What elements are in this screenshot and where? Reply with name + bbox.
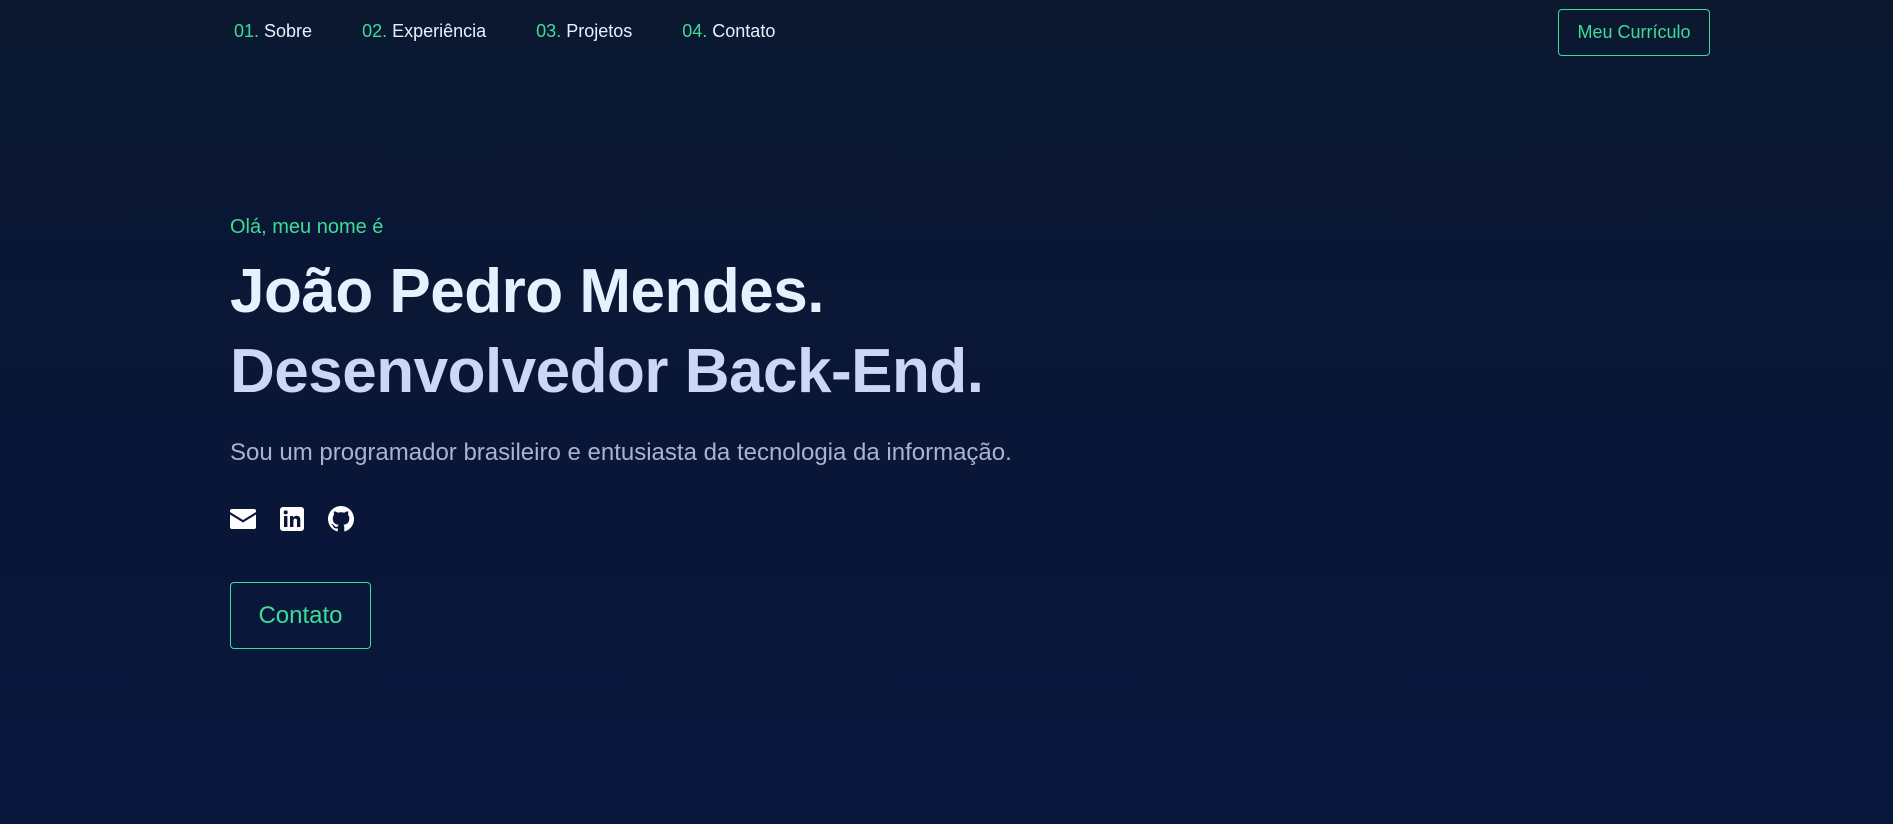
nav-item-sobre[interactable]: 01. Sobre <box>234 21 312 42</box>
github-icon <box>328 506 354 532</box>
nav-item-number: 04. <box>682 21 708 41</box>
nav-item-projetos[interactable]: 03. Projetos <box>536 21 632 42</box>
linkedin-icon <box>280 507 304 531</box>
email-link[interactable] <box>230 506 256 532</box>
resume-button[interactable]: Meu Currículo <box>1558 9 1710 56</box>
top-navigation: 01. Sobre 02. Experiência 03. Projetos 04. C… <box>0 0 1893 64</box>
contact-button[interactable]: Contato <box>230 582 371 649</box>
hero-role: Desenvolvedor Back-End. <box>230 337 984 406</box>
nav-item-label: Projetos <box>566 21 633 41</box>
social-links <box>230 506 1012 532</box>
nav-links: 01. Sobre 02. Experiência 03. Projetos 04. C… <box>234 21 775 42</box>
hero-greeting: Olá, meu nome é <box>230 216 384 238</box>
hero-description: Sou um programador brasileiro e entusias… <box>230 439 1012 466</box>
github-link[interactable] <box>328 506 354 532</box>
nav-item-label: Sobre <box>264 21 313 41</box>
nav-item-number: 03. <box>536 21 562 41</box>
nav-item-label: Contato <box>712 21 776 41</box>
nav-item-experiencia[interactable]: 02. Experiência <box>362 21 486 42</box>
hero-name: João Pedro Mendes. <box>230 257 824 326</box>
hero-section: Olá, meu nome é João Pedro Mendes. Desen… <box>230 214 1012 649</box>
linkedin-link[interactable] <box>279 506 305 532</box>
nav-item-contato[interactable]: 04. Contato <box>682 21 775 42</box>
nav-item-number: 02. <box>362 21 388 41</box>
nav-item-label: Experiência <box>392 21 487 41</box>
envelope-icon <box>230 509 256 529</box>
nav-item-number: 01. <box>234 21 260 41</box>
